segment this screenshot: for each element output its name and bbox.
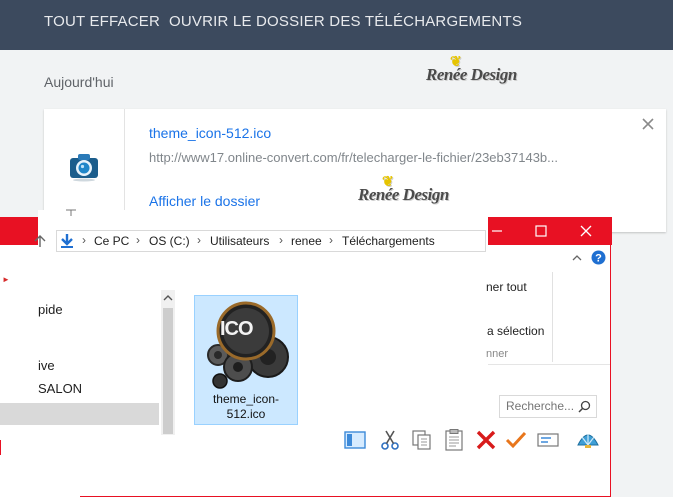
watermark-text: Renée Design (426, 65, 517, 84)
delete-icon[interactable] (474, 428, 498, 452)
scroll-up-icon[interactable] (163, 294, 173, 302)
breadcrumb-separator-icon: › (279, 233, 283, 247)
checkmark-icon[interactable] (504, 428, 528, 452)
select-none-button[interactable]: ner tout (486, 280, 527, 294)
breadcrumb-separator-icon: › (136, 233, 140, 247)
svg-text:?: ? (595, 253, 602, 265)
search-icon[interactable] (578, 400, 591, 413)
watermark-logo: ❦ Renée Design (426, 55, 517, 85)
address-bar: › Ce PC › OS (C:) › Utilisateurs › renee… (34, 230, 486, 254)
breadcrumb-separator-icon: › (329, 233, 333, 247)
breadcrumb-downloads[interactable]: Téléchargements (342, 234, 435, 248)
invert-selection-button[interactable]: a sélection (487, 324, 544, 338)
download-arrow-icon (61, 234, 73, 248)
file-item-selected[interactable]: ICO theme_icon-512.ico (194, 295, 298, 425)
ico-file-icon (207, 301, 289, 389)
file-item-name: theme_icon-512.ico (212, 392, 280, 421)
search-input[interactable] (506, 399, 576, 413)
chevron-up-icon[interactable] (571, 253, 583, 263)
pin-icon (66, 209, 76, 216)
nav-item-salon[interactable]: SALON (38, 381, 82, 396)
open-downloads-folder-button[interactable]: OUVRIR LE DOSSIER DES TÉLÉCHARGEMENTS (169, 13, 522, 30)
breadcrumb-user[interactable]: renee (291, 234, 322, 248)
close-window-icon[interactable] (578, 223, 594, 239)
clear-all-button[interactable]: TOUT EFFACER (44, 13, 160, 30)
ribbon-divider (552, 272, 553, 362)
breadcrumb-separator-icon: › (197, 233, 201, 247)
help-icon[interactable]: ? (591, 250, 606, 265)
date-heading: Aujourd'hui (44, 74, 114, 90)
window-gap (0, 455, 80, 497)
nav-item-drive[interactable]: ive (38, 358, 55, 373)
butterfly-icon: ❦ (450, 55, 462, 70)
download-url: http://www17.online-convert.com/fr/telec… (149, 150, 558, 165)
download-filename-link[interactable]: theme_icon-512.ico (149, 125, 271, 141)
rename-icon[interactable] (536, 428, 560, 452)
pin-marker-icon: ► (2, 275, 10, 284)
shell-icon[interactable] (576, 427, 600, 451)
watermark-text: Renée Design (358, 185, 449, 204)
show-in-folder-link[interactable]: Afficher le dossier (149, 193, 260, 209)
address-input[interactable]: › Ce PC › OS (C:) › Utilisateurs › renee… (56, 230, 486, 252)
nav-item-selected[interactable] (0, 403, 159, 425)
paste-icon[interactable] (442, 428, 466, 452)
minimize-icon[interactable] (489, 223, 505, 239)
copy-icon[interactable] (410, 428, 434, 452)
watermark-logo: ❦ Renée Design (358, 175, 449, 205)
ico-badge-text: ICO (220, 318, 254, 340)
ribbon-select-group: ? ner tout a sélection nner (486, 245, 610, 365)
screen: TOUT EFFACER OUVRIR LE DOSSIER DES TÉLÉC… (0, 0, 673, 497)
cut-icon[interactable] (378, 428, 402, 452)
butterfly-icon: ❦ (382, 175, 394, 190)
close-icon[interactable] (641, 117, 655, 131)
breadcrumb-drive[interactable]: OS (C:) (149, 234, 190, 248)
breadcrumb-separator-icon: › (82, 233, 86, 247)
ribbon-group-label: nner (486, 348, 509, 360)
breadcrumb-this-pc[interactable]: Ce PC (94, 234, 129, 248)
breadcrumb-users[interactable]: Utilisateurs (210, 234, 269, 248)
nav-item-quick-access[interactable]: pide (38, 302, 63, 317)
downloads-toolbar: TOUT EFFACER OUVRIR LE DOSSIER DES TÉLÉC… (0, 0, 673, 50)
search-field[interactable] (499, 395, 597, 418)
quick-toolbar (340, 426, 610, 454)
camera-file-icon (70, 154, 98, 182)
layout-pane-icon[interactable] (343, 428, 367, 452)
scrollbar-thumb[interactable] (163, 308, 173, 434)
maximize-icon[interactable] (533, 223, 549, 239)
